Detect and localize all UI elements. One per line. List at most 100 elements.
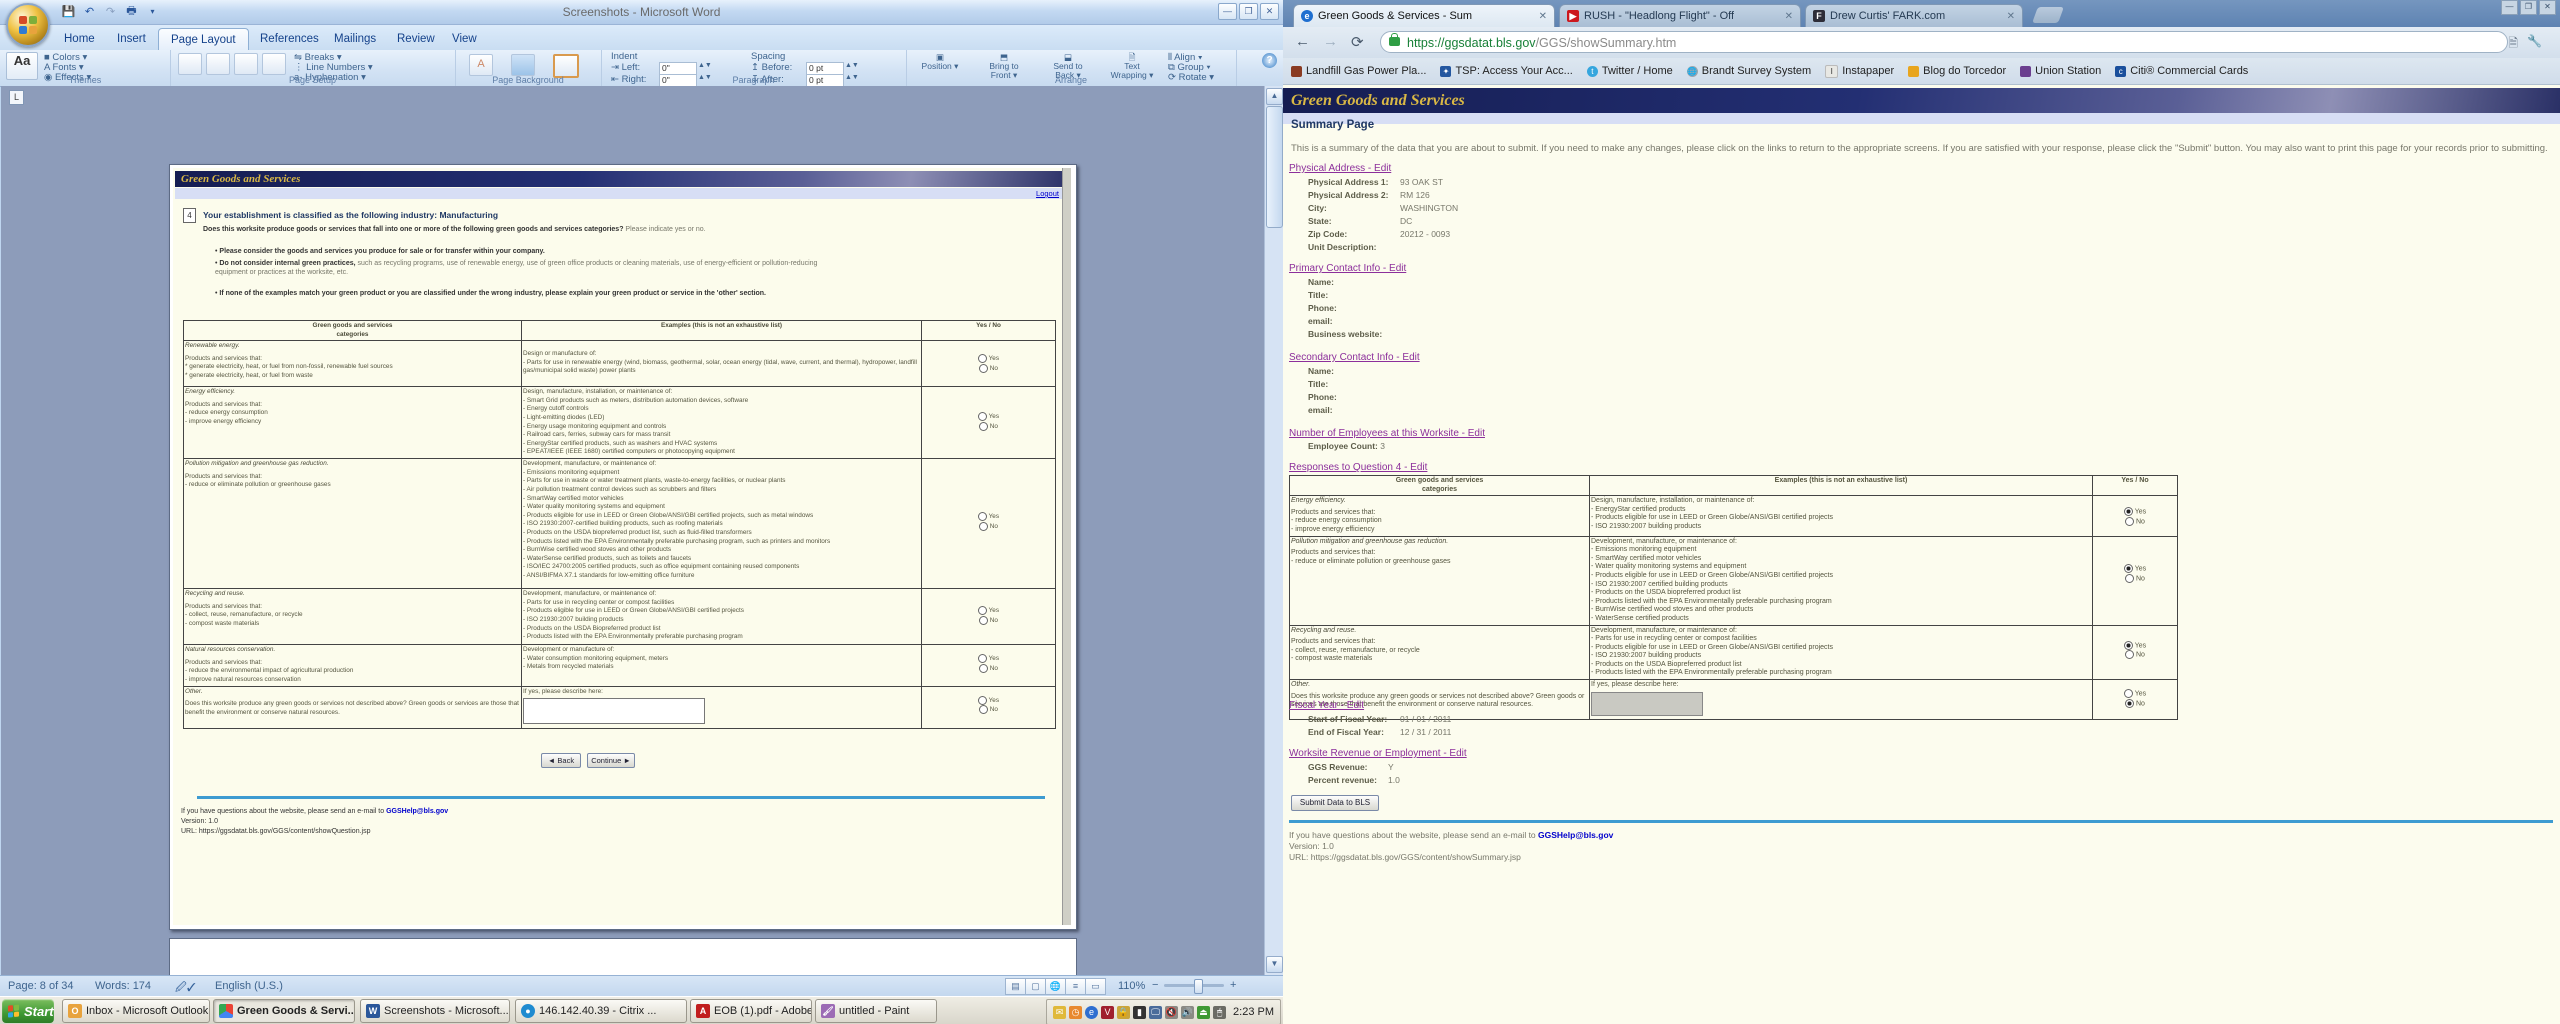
radio-no[interactable] — [979, 422, 988, 431]
bookmark-instapaper[interactable]: IInstapaper — [1825, 65, 1894, 78]
section-responses-link[interactable]: Responses to Question 4 - Edit — [1289, 462, 1427, 473]
scroll-down-arrow[interactable]: ▼ — [1266, 956, 1283, 973]
status-words[interactable]: Words: 174 — [95, 980, 151, 992]
office-button[interactable] — [6, 3, 50, 47]
status-language[interactable]: English (U.S.) — [215, 980, 283, 992]
radio-no[interactable] — [979, 616, 988, 625]
page-menu-icon[interactable]: 🗎 — [2508, 34, 2518, 55]
view-outline-button[interactable]: ≡ — [1065, 978, 1086, 995]
other-description-textarea[interactable] — [1591, 692, 1703, 716]
zoom-out-button[interactable]: − — [1152, 979, 1158, 991]
radio-yes[interactable] — [978, 654, 987, 663]
bookmark-twitter[interactable]: tTwitter / Home — [1587, 65, 1673, 77]
section-physical-address-link[interactable]: Physical Address - Edit — [1289, 163, 1391, 174]
reminder-tray-icon[interactable]: ◷ — [1069, 1006, 1082, 1019]
section-revenue-link[interactable]: Worksite Revenue or Employment - Edit — [1289, 748, 1467, 759]
browser-tab-ggs[interactable]: e Green Goods & Services - Sum ✕ — [1293, 4, 1555, 27]
tab-insert[interactable]: Insert — [105, 28, 158, 50]
close-button[interactable]: ✕ — [1260, 3, 1279, 20]
zoom-slider-thumb[interactable] — [1194, 979, 1203, 994]
margins-button[interactable] — [178, 53, 202, 75]
continue-button[interactable]: Continue ► — [587, 753, 635, 768]
display-tray-icon[interactable]: 🖵 — [1149, 1006, 1162, 1019]
radio-yes[interactable] — [2124, 564, 2133, 573]
eject-tray-icon[interactable]: ⏏ — [1197, 1006, 1210, 1019]
radio-yes[interactable] — [2124, 641, 2133, 650]
page-color-button[interactable] — [511, 54, 535, 76]
spacing-before-spinner[interactable]: ▲▼ — [845, 62, 859, 69]
orientation-button[interactable] — [206, 53, 230, 75]
bookmark-brandt[interactable]: 🌐Brandt Survey System — [1687, 65, 1811, 77]
zoom-slider[interactable] — [1164, 984, 1224, 987]
back-button[interactable]: ◄ Back — [541, 753, 581, 768]
radio-yes[interactable] — [2124, 507, 2133, 516]
radio-no[interactable] — [979, 664, 988, 673]
radio-no[interactable] — [2125, 650, 2134, 659]
radio-yes[interactable] — [978, 354, 987, 363]
task-outlook[interactable]: OInbox - Microsoft Outlook — [62, 999, 210, 1023]
bookmark-landfill[interactable]: Landfill Gas Power Pla... — [1291, 65, 1426, 77]
view-web-layout-button[interactable]: 🌐 — [1045, 978, 1066, 995]
word-vscrollbar[interactable]: ▲ ▼ — [1264, 86, 1283, 975]
task-adobe[interactable]: AEOB (1).pdf - Adobe Re... — [690, 999, 812, 1023]
view-fullscreen-button[interactable]: ▢ — [1025, 978, 1046, 995]
start-button[interactable]: Start — [2, 999, 54, 1023]
section-employees-link[interactable]: Number of Employees at this Worksite - E… — [1289, 428, 1485, 439]
zoom-level[interactable]: 110% — [1118, 980, 1145, 992]
mail-tray-icon[interactable]: ✉ — [1053, 1006, 1066, 1019]
radio-yes[interactable] — [978, 412, 987, 421]
bookmark-tsp[interactable]: ✦TSP: Access Your Acc... — [1440, 65, 1572, 77]
tab-view[interactable]: View — [440, 28, 489, 50]
bookmark-citi[interactable]: cCiti® Commercial Cards — [2115, 65, 2248, 77]
tab-close-icon[interactable]: ✕ — [1539, 11, 1547, 22]
status-page[interactable]: Page: 8 of 34 — [8, 980, 73, 992]
clock[interactable]: 2:23 PM — [1233, 1006, 1274, 1018]
view-print-layout-button[interactable]: ▤ — [1005, 978, 1026, 995]
zoom-in-button[interactable]: + — [1230, 979, 1236, 991]
browser-tab-fark[interactable]: F Drew Curtis' FARK.com ✕ — [1805, 4, 2023, 27]
section-secondary-contact-link[interactable]: Secondary Contact Info - Edit — [1289, 352, 1420, 363]
wrench-menu-icon[interactable]: 🔧 — [2527, 34, 2542, 48]
radio-no[interactable] — [979, 364, 988, 373]
tab-page-layout[interactable]: Page Layout — [158, 28, 249, 51]
submit-button[interactable]: Submit Data to BLS — [1291, 795, 1379, 811]
radio-yes[interactable] — [2124, 689, 2133, 698]
messenger-tray-icon[interactable]: e — [1085, 1006, 1098, 1019]
word-title-bar[interactable]: 💾 ↶ ↷ 🖶 ▾ Screenshots - Microsoft Word —… — [0, 0, 1283, 25]
task-citrix[interactable]: ●146.142.40.39 - Citrix ... — [515, 999, 687, 1023]
scroll-up-arrow[interactable]: ▲ — [1266, 88, 1283, 105]
watermark-button[interactable]: A — [469, 54, 493, 76]
task-paint[interactable]: 🖌untitled - Paint — [815, 999, 937, 1023]
section-fiscal-year-link[interactable]: Fiscal Year - Edit — [1289, 700, 1364, 711]
size-button[interactable] — [234, 53, 258, 75]
radio-no[interactable] — [2125, 574, 2134, 583]
radio-no[interactable] — [979, 705, 988, 714]
address-bar[interactable]: https://ggsdatat.bls.gov/GGS/showSummary… — [1380, 31, 2508, 53]
browser-tab-rush[interactable]: ▶ RUSH - "Headlong Flight" - Off ✕ — [1559, 4, 1801, 27]
task-chrome-ggs[interactable]: Green Goods & Servi... — [213, 999, 355, 1023]
mouse-tray-icon[interactable]: 🖱 — [1213, 1006, 1226, 1019]
restore-button[interactable]: ❐ — [1239, 3, 1258, 20]
task-word[interactable]: WScreenshots - Microsoft... — [360, 999, 510, 1023]
radio-yes[interactable] — [978, 606, 987, 615]
tab-references[interactable]: References — [248, 28, 331, 50]
minimize-button[interactable]: — — [1218, 3, 1237, 20]
bookmark-union-station[interactable]: Union Station — [2020, 65, 2101, 77]
help-email-link[interactable]: GGSHelp@bls.gov — [386, 808, 448, 815]
tab-stop-selector[interactable]: L — [9, 90, 24, 105]
forward-icon[interactable]: → — [1323, 33, 1338, 50]
tab-close-icon[interactable]: ✕ — [2007, 11, 2015, 22]
tab-close-icon[interactable]: ✕ — [1785, 11, 1793, 22]
view-draft-button[interactable]: ▭ — [1085, 978, 1106, 995]
bookmark-blog[interactable]: Blog do Torcedor — [1908, 65, 2006, 77]
radio-no[interactable] — [2125, 517, 2134, 526]
survey-scrollbar[interactable] — [1062, 168, 1071, 925]
scroll-thumb[interactable] — [1266, 106, 1283, 228]
logout-link[interactable]: Logout — [1036, 189, 1059, 198]
new-tab-button[interactable] — [2032, 7, 2064, 23]
lock-tray-icon[interactable]: 🔒 — [1117, 1006, 1130, 1019]
volume-tray-icon[interactable]: 🔊 — [1181, 1006, 1194, 1019]
tab-mailings[interactable]: Mailings — [322, 28, 388, 50]
restore-button[interactable]: ❐ — [2520, 0, 2537, 15]
radio-no[interactable] — [979, 522, 988, 531]
